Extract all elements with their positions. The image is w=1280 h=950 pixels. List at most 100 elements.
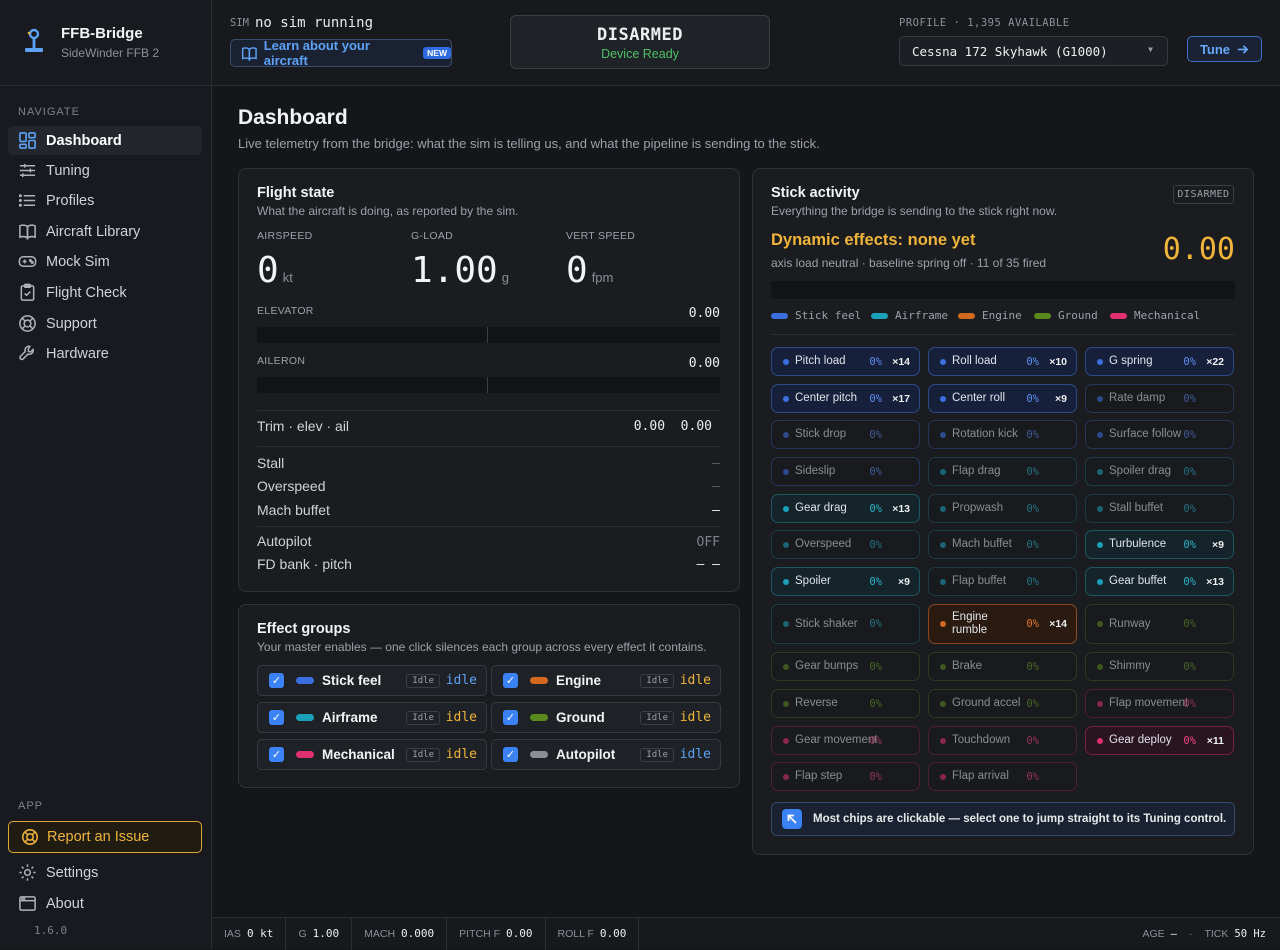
sidebar-item-dashboard[interactable]: Dashboard	[8, 126, 202, 155]
effect-chip-pitch-load[interactable]: Pitch load 0% ×14	[771, 347, 920, 376]
effect-chip-roll-load[interactable]: Roll load 0% ×10	[928, 347, 1077, 376]
sidebar-item-hardware[interactable]: Hardware	[8, 339, 202, 368]
effect-chip-shimmy[interactable]: Shimmy 0%	[1085, 652, 1234, 681]
effect-chip-gear-deploy[interactable]: Gear deploy 0% ×11	[1085, 726, 1234, 755]
effect-chip-ground-accel[interactable]: Ground accel 0%	[928, 689, 1077, 718]
effect-group-engine[interactable]: ✓ Engine Idle idle	[491, 665, 721, 696]
effect-chip-sideslip[interactable]: Sideslip 0%	[771, 457, 920, 486]
chip-percent: 0%	[1183, 660, 1196, 673]
chip-count: ×9	[898, 575, 910, 588]
chip-label: Rate damp	[1109, 392, 1166, 404]
effect-chip-spoiler[interactable]: Spoiler 0% ×9	[771, 567, 920, 596]
effect-group-stick-feel[interactable]: ✓ Stick feel Idle idle	[257, 665, 487, 696]
effect-group-autopilot[interactable]: ✓ Autopilot Idle idle	[491, 739, 721, 770]
report-issue-button[interactable]: Report an Issue	[8, 821, 202, 853]
tick-value: 50 Hz	[1234, 927, 1266, 940]
effect-chip-runway[interactable]: Runway 0%	[1085, 604, 1234, 644]
effect-chip-flap-step[interactable]: Flap step 0%	[771, 762, 920, 791]
device-ready-status: Device Ready	[601, 47, 679, 61]
effect-chip-flap-buffet[interactable]: Flap buffet 0%	[928, 567, 1077, 596]
chip-label: Rotation kick	[952, 428, 1018, 440]
chip-dot	[783, 700, 789, 707]
sidebar-item-mock-sim[interactable]: Mock Sim	[8, 247, 202, 276]
effect-chip-gear-buffet[interactable]: Gear buffet 0% ×13	[1085, 567, 1234, 596]
chip-label: Flap step	[795, 770, 843, 782]
effect-chip-spoiler-drag[interactable]: Spoiler drag 0%	[1085, 457, 1234, 486]
sidebar: FFB-Bridge SideWinder FFB 2 NAVIGATE Das…	[0, 0, 212, 949]
idle-tag: Idle	[406, 710, 440, 725]
effect-chip-brake[interactable]: Brake 0%	[928, 652, 1077, 681]
effect-chip-gear-movement[interactable]: Gear movement 0%	[771, 726, 920, 755]
sidebar-item-support[interactable]: Support	[8, 309, 202, 338]
checkbox-checked[interactable]: ✓	[503, 673, 518, 688]
effect-group-ground[interactable]: ✓ Ground Idle idle	[491, 702, 721, 733]
effect-chip-stick-shaker[interactable]: Stick shaker 0%	[771, 604, 920, 644]
effect-group-mechanical[interactable]: ✓ Mechanical Idle idle	[257, 739, 487, 770]
sidebar-item-label: Support	[46, 315, 97, 332]
chip-dot	[940, 578, 946, 585]
effect-chip-touchdown[interactable]: Touchdown 0%	[928, 726, 1077, 755]
group-state: idle	[445, 747, 477, 762]
group-name: Mechanical	[322, 747, 395, 762]
chip-count: ×13	[892, 502, 910, 515]
tune-button[interactable]: Tune	[1187, 36, 1262, 62]
effect-chip-mach-buffet[interactable]: Mach buffet 0%	[928, 530, 1077, 559]
sidebar-item-label: About	[46, 895, 84, 912]
device-name: SideWinder FFB 2	[61, 46, 160, 60]
checkbox-checked[interactable]: ✓	[269, 673, 284, 688]
sidebar-item-profiles[interactable]: Profiles	[8, 186, 202, 215]
chip-dot	[1097, 663, 1103, 670]
g-label: G	[298, 927, 307, 940]
chip-label: Gear movement	[795, 734, 878, 746]
arm-status-panel[interactable]: DISARMED Device Ready	[510, 15, 770, 69]
dynamic-effects-subtitle: axis load neutral · baseline spring off …	[771, 256, 1047, 270]
effect-chip-gear-drag[interactable]: Gear drag 0% ×13	[771, 494, 920, 523]
effect-chip-flap-movement[interactable]: Flap movement 0%	[1085, 689, 1234, 718]
legend-swatch	[1034, 312, 1051, 319]
effect-chip-rotation-kick[interactable]: Rotation kick 0%	[928, 420, 1077, 449]
sidebar-item-flight-check[interactable]: Flight Check	[8, 278, 202, 307]
sidebar-item-aircraft-library[interactable]: Aircraft Library	[8, 217, 202, 246]
sidebar-item-settings[interactable]: Settings	[8, 858, 202, 887]
effect-chip-g-spring[interactable]: G spring 0% ×22	[1085, 347, 1234, 376]
chip-dot	[783, 358, 789, 365]
group-state: idle	[445, 710, 477, 725]
checkbox-checked[interactable]: ✓	[269, 710, 284, 725]
effect-chip-reverse[interactable]: Reverse 0%	[771, 689, 920, 718]
divider	[771, 334, 1235, 335]
effect-chip-engine-rumble[interactable]: Engine rumble 0% ×14	[928, 604, 1077, 644]
checkbox-checked[interactable]: ✓	[503, 710, 518, 725]
chip-dot	[1097, 737, 1103, 744]
clipboard-icon	[20, 283, 35, 301]
effect-chip-gear-bumps[interactable]: Gear bumps 0%	[771, 652, 920, 681]
sliders-icon	[19, 163, 36, 178]
legend-label: Ground	[1058, 309, 1098, 322]
chip-dot	[1097, 621, 1103, 627]
effect-chip-flap-drag[interactable]: Flap drag 0%	[928, 457, 1077, 486]
chip-percent: 0%	[1183, 465, 1196, 478]
effect-group-airframe[interactable]: ✓ Airframe Idle idle	[257, 702, 487, 733]
chip-label: Gear drag	[795, 502, 847, 514]
effect-chip-overspeed[interactable]: Overspeed 0%	[771, 530, 920, 559]
learn-aircraft-button[interactable]: Learn about your aircraft NEW	[230, 38, 452, 68]
effect-chip-flap-arrival[interactable]: Flap arrival 0%	[928, 762, 1077, 791]
sidebar-item-tuning[interactable]: Tuning	[8, 156, 202, 185]
effect-chip-center-pitch[interactable]: Center pitch 0% ×17	[771, 384, 920, 413]
gear-icon	[19, 864, 36, 881]
effect-chip-rate-damp[interactable]: Rate damp 0%	[1085, 384, 1234, 413]
chip-label: Center roll	[952, 392, 1006, 404]
effect-chip-propwash[interactable]: Propwash 0%	[928, 494, 1077, 523]
effect-chip-surface-follow[interactable]: Surface follow 0%	[1085, 420, 1234, 449]
effect-chip-turbulence[interactable]: Turbulence 0% ×9	[1085, 530, 1234, 559]
profile-select[interactable]: Cessna 172 Skyhawk (G1000) ▼	[899, 36, 1168, 66]
checkbox-checked[interactable]: ✓	[503, 747, 518, 762]
chip-percent: 0%	[869, 428, 882, 441]
joystick-logo-icon	[25, 28, 43, 52]
effect-chip-center-roll[interactable]: Center roll 0% ×9	[928, 384, 1077, 413]
sim-label: SIM	[230, 17, 249, 29]
checkbox-checked[interactable]: ✓	[269, 747, 284, 762]
effect-chip-stick-drop[interactable]: Stick drop 0%	[771, 420, 920, 449]
sidebar-item-about[interactable]: About	[8, 889, 202, 918]
sidebar-item-label: Flight Check	[46, 284, 127, 301]
effect-chip-stall-buffet[interactable]: Stall buffet 0%	[1085, 494, 1234, 523]
